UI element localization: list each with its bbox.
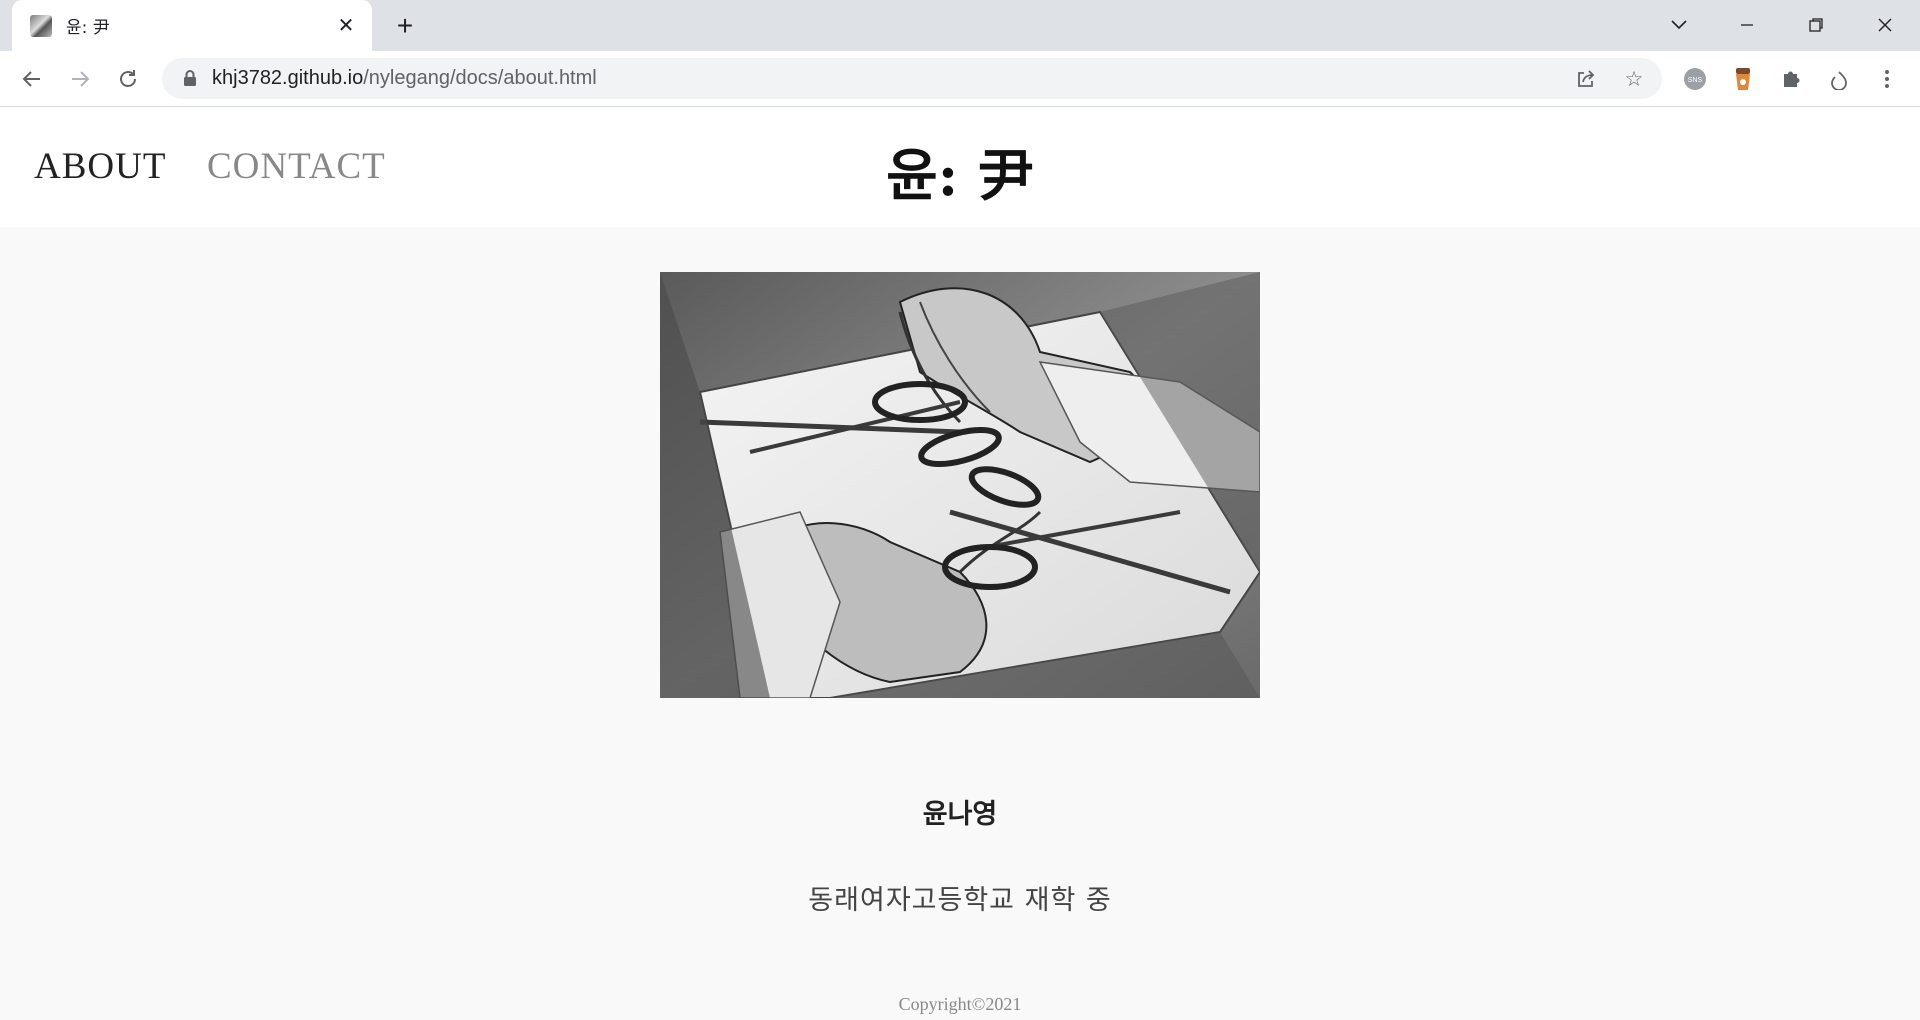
- forward-button[interactable]: [62, 61, 98, 97]
- close-window-icon[interactable]: [1868, 8, 1902, 42]
- share-icon[interactable]: [1572, 65, 1600, 93]
- puzzle-icon[interactable]: [1776, 64, 1806, 94]
- star-icon[interactable]: ☆: [1620, 65, 1648, 93]
- site-header: ABOUT CONTACT 윤: 尹: [0, 107, 1920, 227]
- browser-tab[interactable]: 윤: 尹 ✕: [12, 0, 372, 51]
- kebab-menu-icon[interactable]: [1872, 64, 1902, 94]
- browser-toolbar: khj3782.github.io/nylegang/docs/about.ht…: [0, 51, 1920, 107]
- site-logo[interactable]: 윤: 尹: [0, 131, 1920, 212]
- reload-icon: [120, 70, 136, 87]
- extension-cup-icon[interactable]: [1728, 64, 1758, 94]
- tab-title: 윤: 尹: [66, 18, 110, 38]
- restore-icon[interactable]: [1799, 8, 1833, 42]
- extension-sns-icon[interactable]: SNS: [1680, 64, 1710, 94]
- arrow-left-icon: [22, 71, 40, 87]
- address-bar[interactable]: khj3782.github.io/nylegang/docs/about.ht…: [162, 58, 1662, 99]
- tab-close-icon[interactable]: ✕: [334, 13, 358, 37]
- url-path: /nylegang/docs/about.html: [363, 67, 597, 89]
- url-host: khj3782.github.io: [212, 67, 364, 89]
- favicon-icon: [30, 14, 52, 37]
- profile-description: 동래여자고등학교 재학 중: [808, 885, 1112, 916]
- minimize-icon[interactable]: [1730, 8, 1764, 42]
- lock-icon: [184, 70, 196, 86]
- reload-button[interactable]: [110, 61, 146, 97]
- footer-copyright: Copyright©2021: [898, 994, 1022, 1014]
- url-text: khj3782.github.io/nylegang/docs/about.ht…: [212, 67, 597, 90]
- svg-text:SNS: SNS: [1688, 77, 1703, 84]
- new-tab-icon[interactable]: +: [390, 10, 420, 41]
- tab-search-icon[interactable]: [1662, 8, 1696, 42]
- browser-tabstrip: 윤: 尹 ✕ +: [0, 0, 1920, 51]
- profile-name: 윤나영: [922, 799, 998, 830]
- hero-artwork-image: [660, 272, 1260, 698]
- back-button[interactable]: [14, 61, 50, 97]
- extension-drop-icon[interactable]: [1824, 64, 1854, 94]
- arrow-right-icon: [72, 71, 90, 87]
